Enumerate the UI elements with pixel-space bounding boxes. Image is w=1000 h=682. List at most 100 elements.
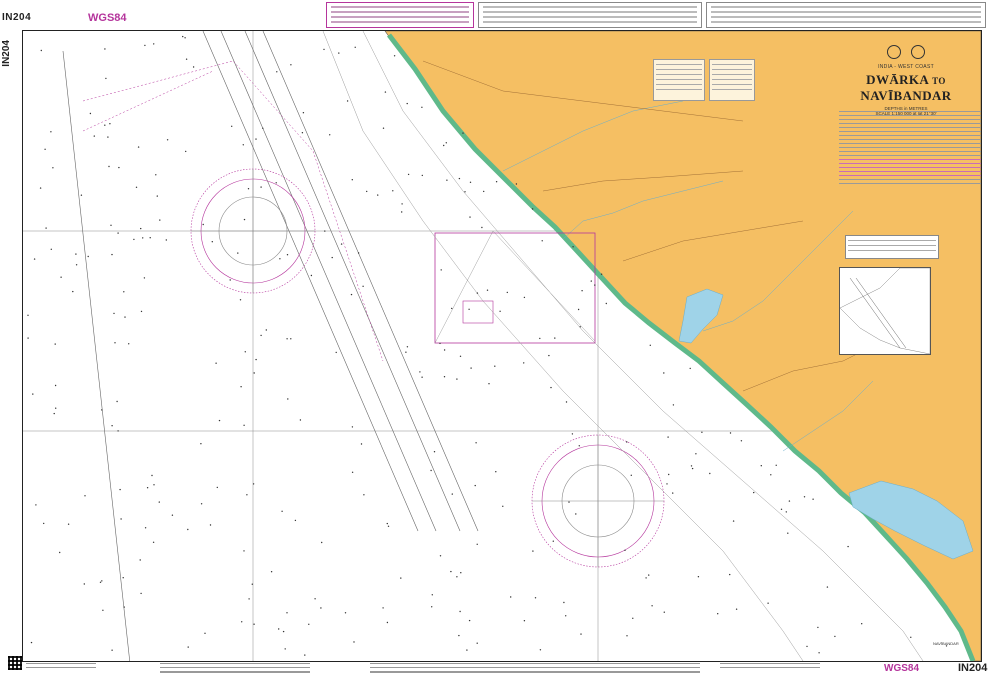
sounding-dot [324, 230, 326, 232]
sounding-dot [111, 425, 113, 427]
sounding-dot [350, 293, 353, 296]
sounding-dot [575, 513, 577, 515]
sounding-dot [117, 430, 119, 432]
sounding-dot [475, 442, 477, 444]
sounding-dot [818, 652, 820, 654]
sounding-dot [760, 465, 762, 467]
sounding-dot [362, 285, 364, 287]
chart-number-top-left: IN204 [2, 12, 32, 23]
sounding-dot [803, 496, 806, 498]
sounding-dot [139, 559, 141, 561]
sounding-dot [354, 46, 356, 48]
traffic-lanes [62, 31, 479, 661]
sounding-dot [133, 238, 135, 241]
sounding-dot [666, 483, 668, 485]
sounding-dot [143, 277, 146, 279]
sounding-dot [67, 523, 70, 525]
sounding-dot [123, 606, 125, 608]
sounding-dot [35, 504, 37, 506]
sounding-dot [464, 191, 466, 193]
sounding-dot [451, 307, 453, 310]
sounding-dot [450, 570, 452, 573]
inset-plan[interactable] [839, 267, 931, 355]
sounding-dot [53, 412, 55, 415]
sounding-dot [826, 586, 829, 588]
datum-label-top: WGS84 [88, 12, 127, 24]
sounding-dot [109, 123, 111, 125]
sounding-dot [284, 648, 286, 650]
sounding-dot [401, 203, 403, 205]
sounding-dot [251, 583, 253, 585]
sounding-dot [433, 451, 436, 453]
sounding-dot [817, 626, 819, 629]
sounding-dot [108, 165, 110, 168]
tidal-levels-table [845, 235, 939, 259]
nautical-chart: IN204 WGS84 IN204 INDIA - WEST COAST DWĀ… [0, 0, 1000, 682]
sounding-dot [430, 469, 432, 472]
sounding-dot [111, 649, 113, 651]
restricted-inner-box [462, 300, 494, 324]
sounding-dot [218, 419, 221, 422]
sounding-dot [510, 596, 512, 598]
sounding-dot [241, 621, 243, 623]
sounding-dot [246, 494, 248, 496]
sounding-dot [690, 465, 693, 467]
sounding-dot [474, 484, 476, 487]
sounding-dot [531, 208, 534, 210]
sounding-dot [357, 252, 360, 254]
sounding-dot [440, 269, 442, 271]
sounding-dot [260, 186, 262, 188]
sounding-dot [672, 404, 675, 406]
sounding-dot [128, 343, 130, 345]
sounding-dot [33, 258, 36, 260]
sounding-dot [54, 343, 56, 345]
sounding-dot [338, 52, 340, 54]
sounding-dot [431, 594, 433, 596]
sounding-dot [144, 44, 146, 47]
sounding-dot [443, 144, 445, 147]
sounding-dot [278, 628, 280, 630]
sounding-dot [144, 527, 147, 529]
sounding-dot [50, 248, 52, 250]
restricted-area-box [434, 232, 596, 344]
emblem-right-icon [911, 45, 926, 59]
sounding-dot [171, 514, 174, 516]
sounding-dot [630, 474, 632, 476]
sounding-dot [407, 173, 410, 176]
sounding-dot [812, 498, 814, 500]
chart-map-area[interactable]: INDIA - WEST COAST DWĀRKA TO NAVĪBANDAR … [22, 30, 982, 662]
sounding-dot [709, 472, 711, 475]
chart-title-block: INDIA - WEST COAST DWĀRKA TO NAVĪBANDAR … [831, 45, 981, 116]
sounding-dot [568, 501, 570, 503]
sounding-dot [494, 365, 496, 367]
sounding-dot [565, 615, 567, 617]
sounding-dot [276, 71, 278, 73]
sounding-dot [320, 607, 322, 609]
sounding-dot [304, 654, 306, 656]
sounding-dot [476, 292, 479, 294]
sounding-dot [421, 174, 423, 177]
sounding-dot [335, 351, 337, 354]
depth-table-right [709, 59, 755, 101]
sounding-dot [113, 312, 115, 315]
sounding-dot [729, 573, 731, 576]
sounding-dot [216, 486, 218, 489]
sounding-dot [27, 337, 29, 339]
compass-rose-south [531, 434, 665, 568]
sounding-dot [421, 106, 423, 109]
bottom-note-publisher [160, 663, 310, 679]
sounding-dot [351, 426, 354, 428]
sounding-dot [626, 635, 628, 637]
sounding-dot [695, 453, 697, 455]
sounding-dot [672, 492, 674, 494]
sounding-dot [552, 540, 554, 542]
sounding-dot [101, 409, 103, 411]
sounding-dot [165, 239, 167, 241]
sounding-dot [400, 577, 402, 579]
sounding-dot [495, 471, 497, 473]
sounding-dot [281, 510, 283, 512]
sounding-dot [275, 182, 277, 184]
sounding-dot [470, 367, 472, 369]
sounding-dot [247, 188, 250, 190]
sounding-dot [118, 166, 120, 169]
